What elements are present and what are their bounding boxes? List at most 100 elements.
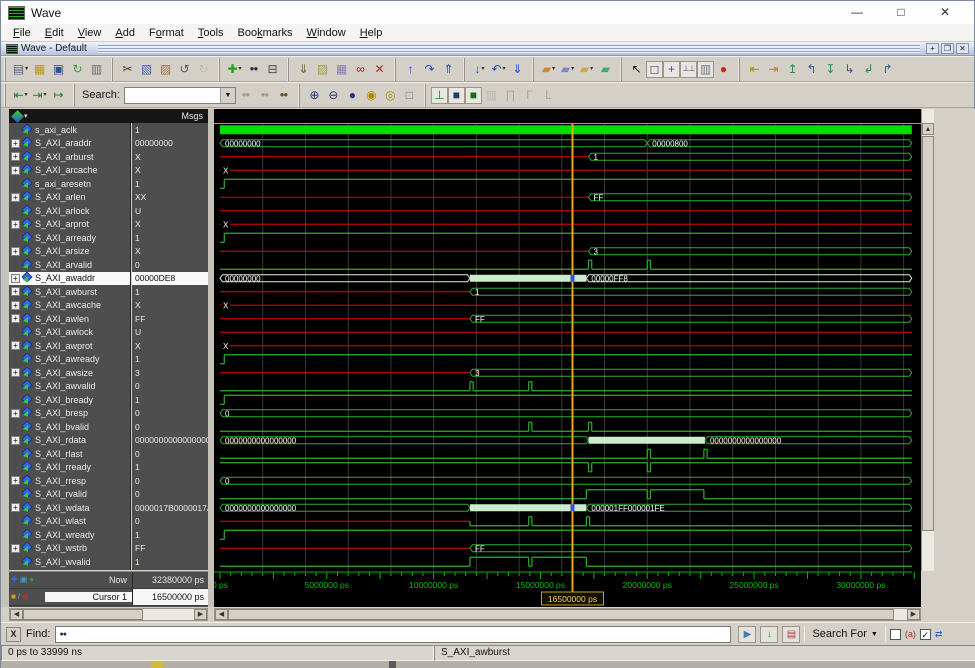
collapse-edge-button[interactable]: ↱ [878,59,897,79]
next-falling-edge-button[interactable]: ↧ [821,59,840,79]
prev-rising-edge-button[interactable]: ↰ [802,59,821,79]
expand-plus-icon[interactable]: + [11,543,20,553]
signal-value-s_axi_aclk[interactable]: 1 [132,123,208,137]
find-all-button[interactable]: ↓ [760,625,779,643]
signal-row-S_AXI_bvalid[interactable]: +S_AXI_bvalid [9,420,130,434]
pane-header[interactable]: Wave - Default + ❐ ✕ [1,42,974,56]
expand-plus-icon[interactable]: + [11,503,20,513]
find-input[interactable]: ●● [55,625,732,643]
signal-row-S_AXI_awprot[interactable]: + S_AXI_awprot [9,339,130,353]
signal-row-S_AXI_bresp[interactable]: + S_AXI_bresp [9,406,130,421]
zoom-range-button[interactable]: ◎ [381,85,400,105]
signal-row-S_AXI_rlast[interactable]: +S_AXI_rlast [9,447,130,461]
signal-row-S_AXI_awburst[interactable]: + S_AXI_awburst [9,285,130,299]
pane-undock-button[interactable]: ❐ [941,43,954,54]
lock-cursor-button[interactable]: ■ [447,86,465,104]
signal-value-S_AXI_awlock[interactable]: U [132,326,208,340]
chevron-down-icon[interactable]: ▾ [24,112,28,120]
expand-plus-icon[interactable]: + [11,300,20,310]
menu-view[interactable]: View [71,26,109,40]
expand-edge-button[interactable]: ↲ [859,59,878,79]
next-transition-button[interactable]: ⇥ [764,59,783,79]
find-button[interactable]: ●● [244,59,263,79]
signal-value-S_AXI_rready[interactable]: 1 [132,461,208,475]
next-rising-edge-button[interactable]: ↥ [783,59,802,79]
signal-value-S_AXI_wready[interactable]: 1 [132,528,208,542]
zoom-cursor-button[interactable]: ◉ [362,85,381,105]
pane-close-button[interactable]: ✕ [956,43,969,54]
signal-row-S_AXI_awlen[interactable]: + S_AXI_awlen [9,312,130,326]
wave-scroll-left-arrow[interactable]: ◀ [215,609,228,620]
signal-value-S_AXI_wvalid[interactable]: 1 [132,555,208,569]
timeline-ruler[interactable]: 0 ps 5000000 ps 10000000 ps 15000000 ps 2000… [212,571,921,607]
reload-button[interactable]: ↻ [68,59,87,79]
search-combobox[interactable]: ▼ [123,86,236,104]
waveform-canvas[interactable]: 00000000 00000800 1 X FF X 3 00000000 00000FF8 1 X… [214,109,921,571]
signal-value-S_AXI_bresp[interactable]: 0 [132,407,208,421]
cursor-row[interactable]: ■ / ⊖ Cursor 1 16500000 ps [9,589,208,606]
expand-plus-icon[interactable]: + [11,435,20,445]
match-case-checkbox[interactable] [889,628,901,640]
expand-plus-icon[interactable]: + [11,341,20,351]
add-wave-button[interactable]: ✚ ▾ [225,59,244,79]
signal-row-S_AXI_awsize[interactable]: + S_AXI_awsize [9,366,130,380]
signal-row-S_AXI_wvalid[interactable]: +S_AXI_wvalid [9,555,130,569]
search-forward-edge-button[interactable]: ⇥ ▾ [30,85,49,105]
signal-value-S_AXI_awcache[interactable]: X [132,299,208,313]
expand-plus-icon[interactable]: + [11,138,20,148]
wave-edit-button[interactable]: ▰ [596,59,615,79]
print-button[interactable]: ▥ [87,59,106,79]
menu-help[interactable]: Help [353,26,390,40]
signal-row-S_AXI_awready[interactable]: +S_AXI_awready [9,352,130,367]
signal-row-S_AXI_wdata[interactable]: + S_AXI_wdata [9,501,130,515]
expanded-time-delta-button[interactable]: Γ [520,85,539,105]
cursor-label[interactable]: Cursor 1 [45,592,132,602]
grid-toggle-button[interactable]: ▥ [482,85,501,105]
expand-plus-icon[interactable]: + [11,165,20,175]
signal-value-S_AXI_arburst[interactable]: X [132,150,208,164]
search-prev-button[interactable]: ●● [236,85,255,105]
expand-plus-icon[interactable]: + [11,408,20,418]
signal-value-S_AXI_awprot[interactable]: X [132,339,208,353]
signal-row-S_AXI_rresp[interactable]: + S_AXI_rresp [9,474,130,488]
signal-value-S_AXI_bvalid[interactable]: 0 [132,420,208,434]
signal-row-S_AXI_arvalid[interactable]: +S_AXI_arvalid [9,258,130,272]
signal-value-S_AXI_wlast[interactable]: 0 [132,515,208,529]
signal-value-S_AXI_rvalid[interactable]: 0 [132,488,208,502]
waveform-area[interactable]: 00000000 00000800 1 X FF X 3 00000000 00000FF8 1 X… [214,109,921,571]
view-mini-icon[interactable]: ▣ [20,576,28,584]
chevron-down-icon[interactable]: ▼ [219,87,235,103]
signal-row-S_AXI_araddr[interactable]: + S_AXI_araddr [9,136,130,151]
lock-cursor-icon[interactable]: ■ [11,593,16,601]
scroll-up-arrow[interactable]: ▲ [922,123,934,135]
minimize-button[interactable]: — [835,2,879,23]
redo-button[interactable]: ↻ [194,59,213,79]
next-view-button[interactable]: ↶ ▾ [489,59,508,79]
signal-value-S_AXI_wstrb[interactable]: FF [132,542,208,556]
open-file-button[interactable]: ▦ [30,59,49,79]
signal-names-column[interactable]: +s_axi_aclk+S_AXI_araddr+S_AXI_arburst+S… [9,123,131,570]
signal-row-s_axi_aclk[interactable]: +s_axi_aclk [9,123,130,137]
close-button[interactable]: ✕ [923,2,967,23]
edit-cursor-icon[interactable]: / [18,593,20,601]
signal-value-S_AXI_arprot[interactable]: X [132,218,208,232]
signal-row-S_AXI_wready[interactable]: +S_AXI_wready [9,528,130,542]
signal-value-S_AXI_arlock[interactable]: U [132,204,208,218]
virtual-edit-button[interactable]: ▥ [697,60,714,78]
signal-value-S_AXI_rlast[interactable]: 0 [132,447,208,461]
insert-cursor-mini-icon[interactable]: ✚ [11,576,18,584]
signal-value-S_AXI_awburst[interactable]: 1 [132,285,208,299]
signal-row-S_AXI_awlock[interactable]: +S_AXI_awlock [9,325,130,340]
signal-row-S_AXI_awaddr[interactable]: + S_AXI_awaddr [9,271,130,285]
expand-plus-icon[interactable]: + [11,246,20,256]
wave-copy-button[interactable]: ▰ ▾ [558,59,577,79]
signal-row-S_AXI_arsize[interactable]: + S_AXI_arsize [9,244,130,259]
scroll-left-arrow[interactable]: ◀ [10,609,23,620]
expanded-time-off-button[interactable]: ∏ [501,85,520,105]
wave-scroll-thumb[interactable] [228,609,894,620]
select-mode-button[interactable]: ↖ [627,59,646,79]
wave-scroll-right-arrow[interactable]: ▶ [907,609,920,620]
expand-plus-icon[interactable]: + [11,273,20,283]
expand-plus-icon[interactable]: + [11,314,20,324]
wrap-search-checkbox[interactable]: ✓ [919,628,931,640]
